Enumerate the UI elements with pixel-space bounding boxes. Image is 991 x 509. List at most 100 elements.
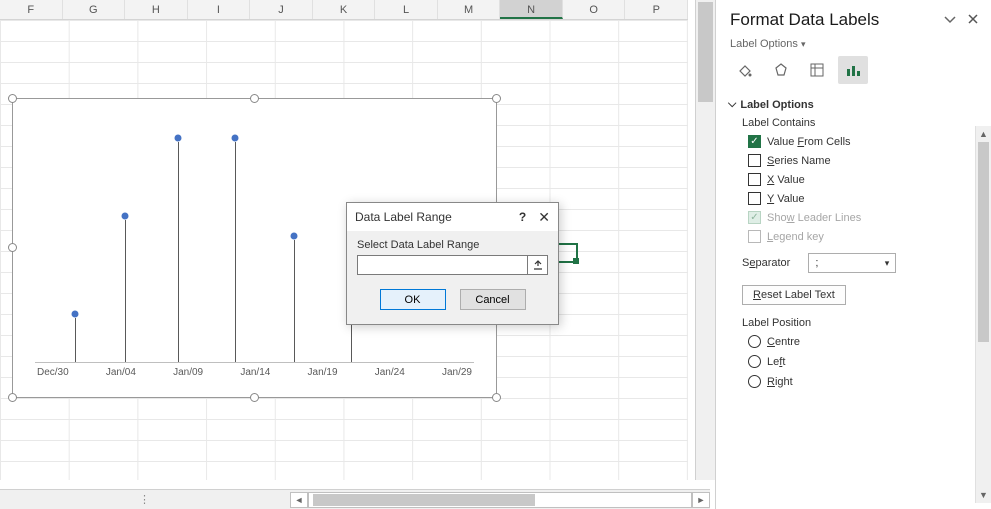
pane-category-tabs (730, 56, 979, 84)
scroll-track[interactable] (308, 492, 692, 508)
chevron-down-icon: ▾ (885, 258, 890, 269)
chart-stem[interactable] (125, 220, 126, 362)
chart-resize-handle[interactable] (8, 393, 17, 402)
chart-x-axis-labels: Dec/30 Jan/04 Jan/09 Jan/14 Jan/19 Jan/2… (35, 367, 474, 378)
chart-data-point[interactable] (291, 233, 298, 240)
checkbox-leader-lines: ✓ Show Leader Lines (748, 211, 979, 224)
option-label: Series Name (767, 155, 831, 167)
range-input[interactable] (357, 255, 528, 275)
scroll-right-button[interactable]: ► (692, 492, 710, 508)
chart-tick-label: Jan/14 (240, 367, 270, 378)
fill-handle[interactable] (573, 258, 579, 264)
chevron-down-icon: ⌵ (728, 98, 736, 111)
checkbox-x-value[interactable]: X Value (748, 173, 979, 186)
option-label: Legend key (767, 231, 824, 243)
col-header[interactable]: M (438, 0, 501, 19)
horizontal-scrollbar: ⋮ ◄ ► (0, 489, 710, 509)
chart-data-point[interactable] (71, 311, 78, 318)
checkbox-icon (748, 230, 761, 243)
chart-resize-handle[interactable] (250, 393, 259, 402)
col-header[interactable]: L (375, 0, 438, 19)
dialog-field-label: Select Data Label Range (357, 239, 548, 251)
scroll-left-button[interactable]: ◄ (290, 492, 308, 508)
pane-options-icon[interactable] (943, 12, 957, 29)
close-icon[interactable]: ✕ (538, 209, 550, 226)
collapse-dialog-icon[interactable] (528, 255, 548, 275)
pane-subtitle[interactable]: Label Options ▾ (730, 38, 979, 50)
scroll-thumb[interactable] (313, 494, 535, 506)
label-position-header: Label Position (742, 317, 979, 329)
chart-stem[interactable] (75, 318, 76, 362)
dialog-titlebar[interactable]: Data Label Range ? ✕ (347, 203, 558, 231)
chart-resize-handle[interactable] (250, 94, 259, 103)
reset-label-text-button[interactable]: Reset Label Text (742, 285, 846, 305)
chart-stem[interactable] (294, 240, 295, 362)
scroll-thumb[interactable] (698, 2, 713, 102)
pane-scrollbar[interactable]: ▲ ▼ (975, 126, 991, 503)
option-label: Value From Cells (767, 136, 851, 148)
checkbox-icon: ✓ (748, 135, 761, 148)
label-options-icon[interactable] (838, 56, 868, 84)
column-headers: F G H I J K L M N O P (0, 0, 688, 20)
scroll-thumb[interactable] (978, 142, 989, 342)
radio-centre[interactable]: Centre (748, 335, 979, 348)
checkbox-series-name[interactable]: Series Name (748, 154, 979, 167)
vertical-scrollbar[interactable] (695, 0, 715, 480)
separator-select[interactable]: ; ▾ (808, 253, 896, 273)
col-header[interactable]: J (250, 0, 313, 19)
checkbox-y-value[interactable]: Y Value (748, 192, 979, 205)
dialog-title: Data Label Range (355, 210, 452, 224)
checkbox-icon (748, 154, 761, 167)
option-label: Left (767, 356, 785, 368)
ok-button[interactable]: OK (380, 289, 446, 310)
radio-icon (748, 335, 761, 348)
chart-tick-label: Jan/19 (308, 367, 338, 378)
help-icon[interactable]: ? (519, 210, 526, 224)
scroll-down-icon[interactable]: ▼ (976, 487, 991, 503)
radio-right[interactable]: Right (748, 375, 979, 388)
chart-resize-handle[interactable] (492, 94, 501, 103)
chart-resize-handle[interactable] (8, 243, 17, 252)
checkbox-legend-key: Legend key (748, 230, 979, 243)
col-header[interactable]: G (63, 0, 126, 19)
radio-icon (748, 355, 761, 368)
chart-tick-label: Dec/30 (37, 367, 69, 378)
chart-data-point[interactable] (121, 213, 128, 220)
data-label-range-dialog: Data Label Range ? ✕ Select Data Label R… (346, 202, 559, 325)
col-header[interactable]: H (125, 0, 188, 19)
task-pane: Format Data Labels Label Options ▾ (715, 0, 991, 509)
radio-left[interactable]: Left (748, 355, 979, 368)
chart-tick-label: Jan/24 (375, 367, 405, 378)
close-icon[interactable] (967, 12, 979, 29)
size-properties-icon[interactable] (802, 56, 832, 84)
option-label: Y Value (767, 193, 805, 205)
section-label-options[interactable]: ⌵ Label Options (728, 98, 979, 111)
separator-label: Separator (742, 257, 790, 269)
col-header-selected[interactable]: N (500, 0, 563, 19)
col-header[interactable]: P (625, 0, 688, 19)
chart-stem[interactable] (178, 142, 179, 362)
scroll-up-icon[interactable]: ▲ (976, 126, 991, 142)
checkbox-icon (748, 173, 761, 186)
chart-resize-handle[interactable] (492, 393, 501, 402)
checkbox-value-from-cells[interactable]: ✓ Value From Cells (748, 135, 979, 148)
col-header[interactable]: O (563, 0, 626, 19)
checkbox-icon: ✓ (748, 211, 761, 224)
chart-data-point[interactable] (174, 135, 181, 142)
cancel-button[interactable]: Cancel (460, 289, 526, 310)
chart-tick-label: Jan/04 (106, 367, 136, 378)
sheet-tab-area[interactable]: ⋮ (0, 493, 290, 506)
option-label: Show Leader Lines (767, 212, 861, 224)
checkbox-icon (748, 192, 761, 205)
effects-icon[interactable] (766, 56, 796, 84)
radio-icon (748, 375, 761, 388)
col-header[interactable]: K (313, 0, 376, 19)
chart-data-point[interactable] (231, 135, 238, 142)
option-label: X Value (767, 174, 805, 186)
col-header[interactable]: F (0, 0, 63, 19)
chart-stem[interactable] (235, 142, 236, 362)
fill-line-icon[interactable] (730, 56, 760, 84)
col-header[interactable]: I (188, 0, 251, 19)
chart-tick-label: Jan/09 (173, 367, 203, 378)
chart-resize-handle[interactable] (8, 94, 17, 103)
